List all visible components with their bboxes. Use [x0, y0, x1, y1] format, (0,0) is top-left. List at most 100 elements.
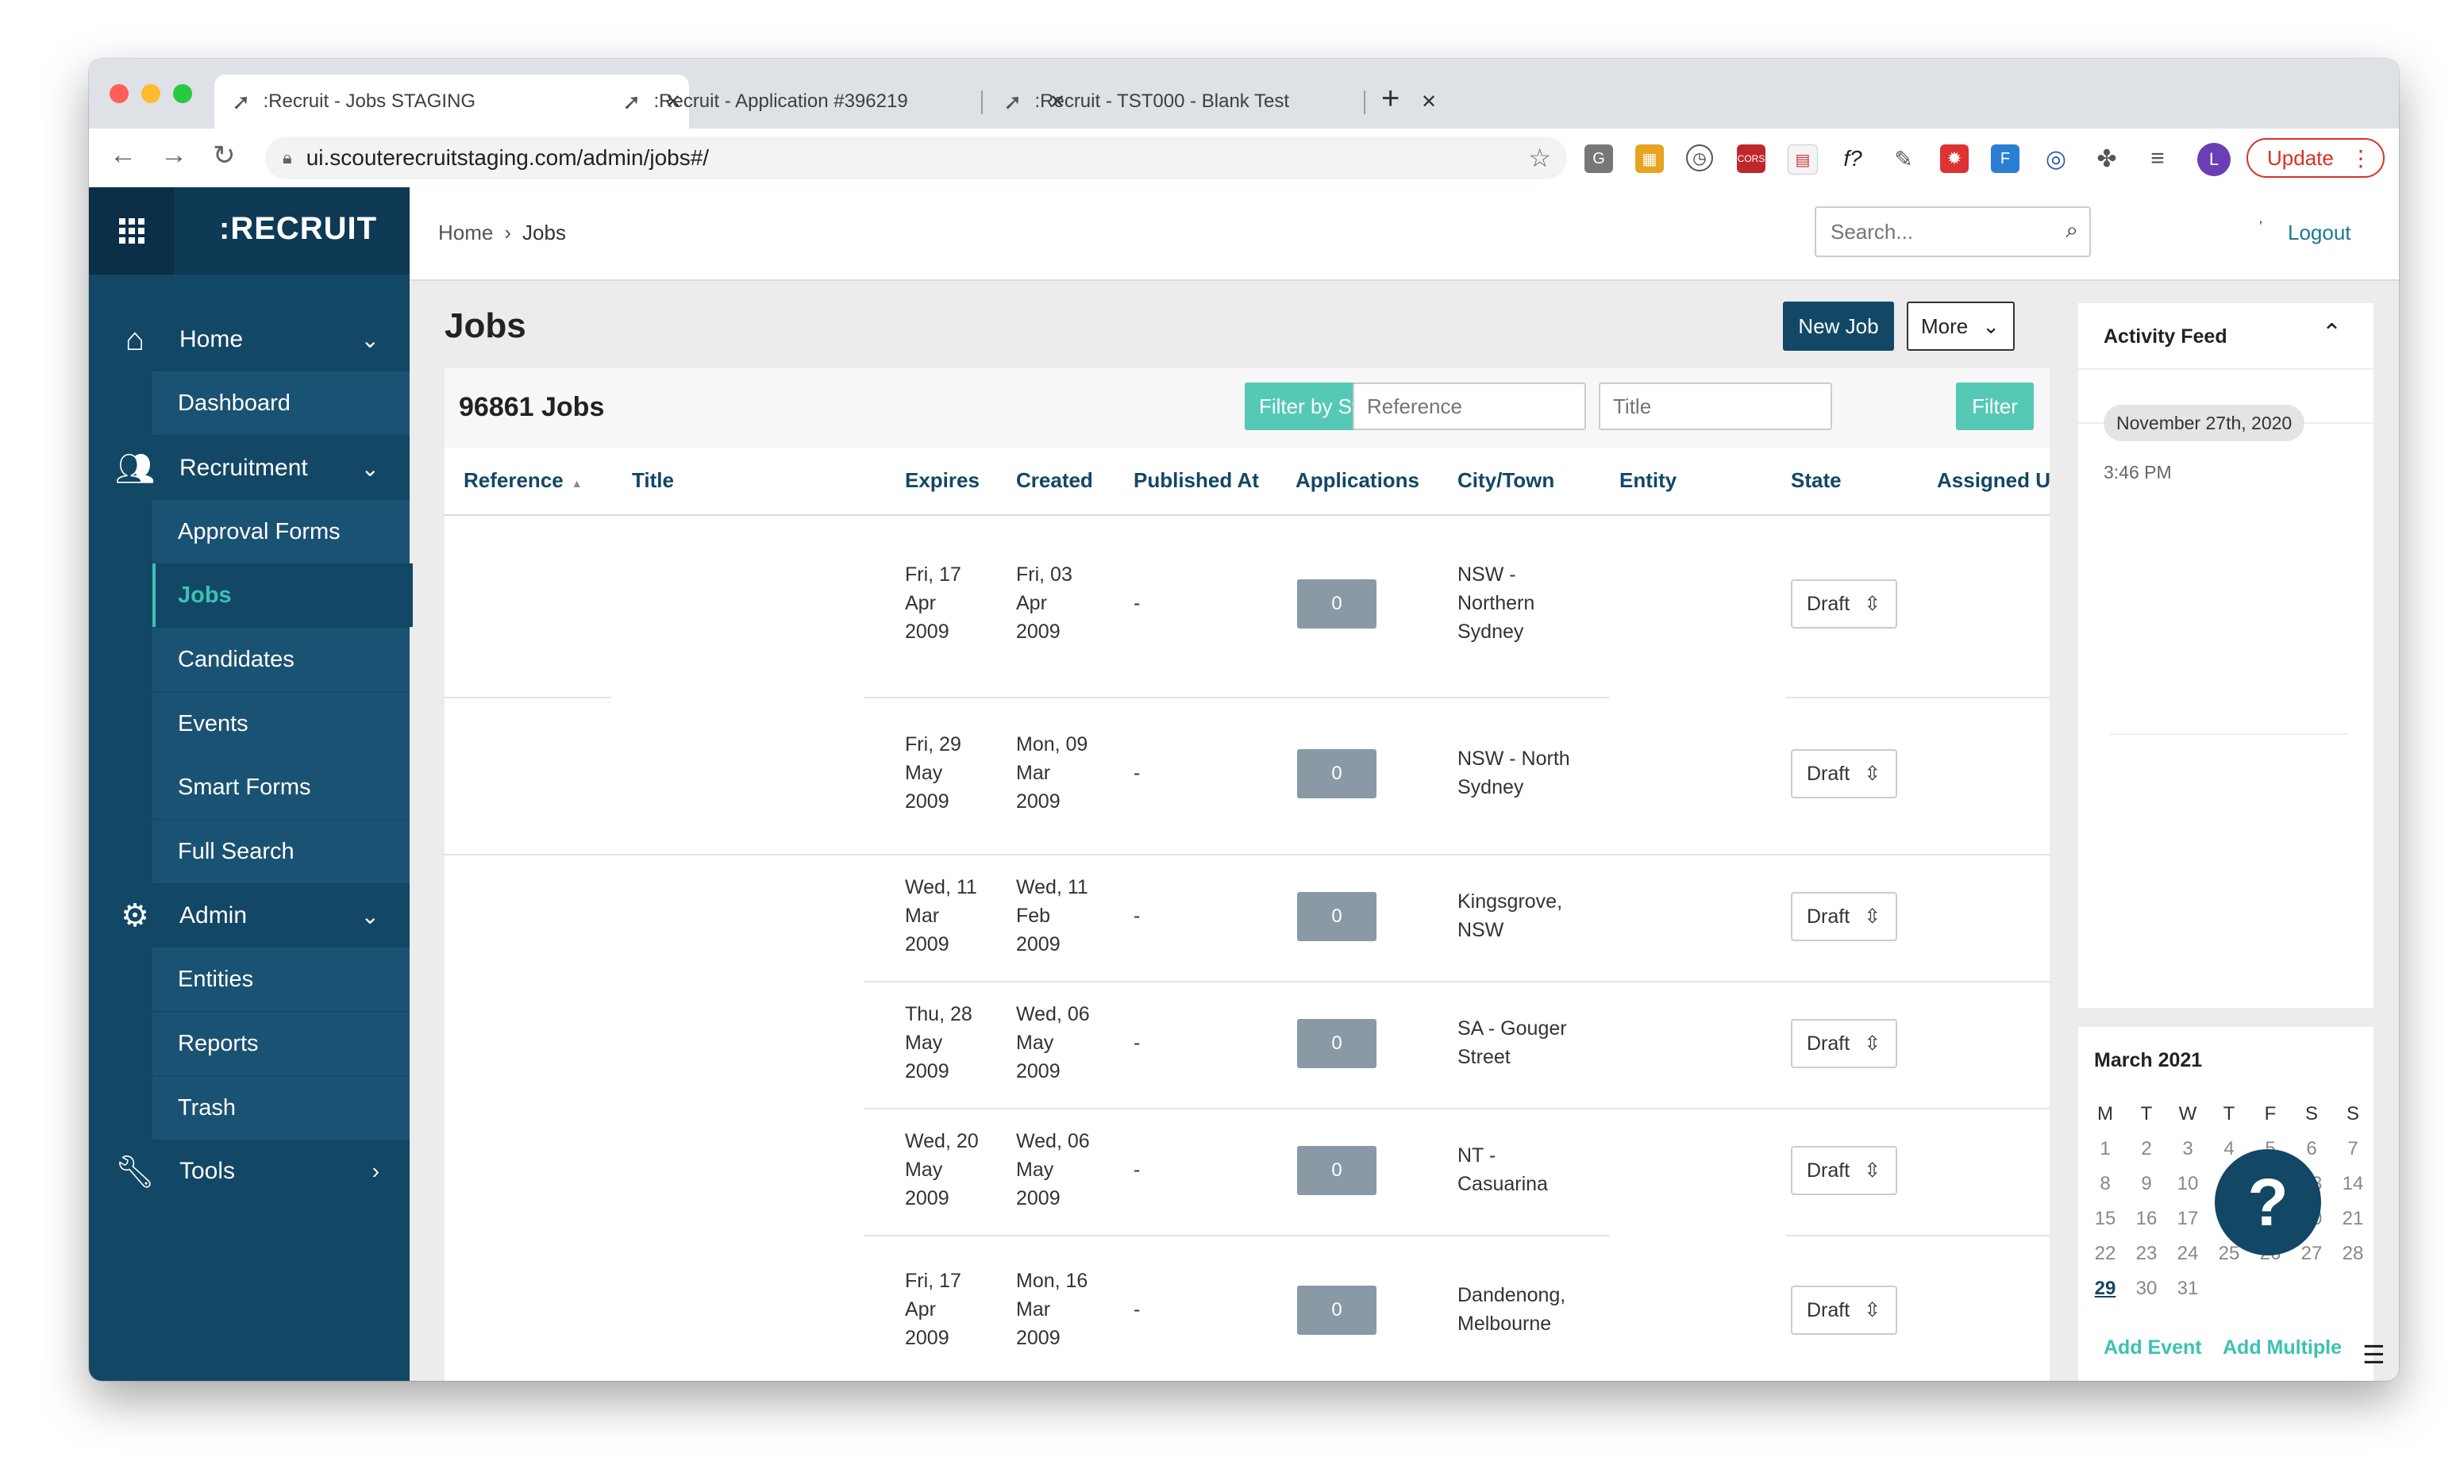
sidebar-section-admin[interactable]: ⚙ Admin ⌄ [89, 884, 410, 948]
new-tab-icon[interactable]: + [1381, 81, 1399, 117]
address-bar[interactable]: 🔒︎ ui.scouterecruitstaging.com/admin/job… [265, 136, 1567, 179]
sidebar-item-candidates[interactable]: Candidates [152, 628, 410, 691]
extensions-puzzle-icon[interactable]: ✤ [2092, 144, 2121, 173]
sidebar-section-tools[interactable]: 🔧︎ Tools › [89, 1140, 410, 1203]
column-header-reference[interactable]: Reference ▲ [464, 468, 583, 493]
forward-icon[interactable]: → [160, 140, 187, 171]
column-header-applications[interactable]: Applications [1296, 468, 1419, 493]
app-grid-icon[interactable] [89, 187, 175, 275]
sidebar-item-smart-forms[interactable]: Smart Forms [152, 755, 410, 819]
extension-icon[interactable]: ▤ [1788, 144, 1818, 175]
hamburger-menu-icon[interactable]: ☰ [2362, 1340, 2385, 1370]
calendar-day[interactable]: 14 [2332, 1170, 2374, 1198]
new-job-button[interactable]: New Job [1783, 302, 1894, 351]
applications-count-button[interactable]: 0 [1297, 892, 1376, 941]
applications-count-button[interactable]: 0 [1297, 749, 1376, 798]
extension-g-icon[interactable]: G [1584, 144, 1613, 173]
update-button[interactable]: Update ⋮ [2246, 138, 2385, 178]
media-playlist-icon[interactable]: ≡ [2143, 144, 2172, 173]
close-window-button[interactable] [110, 84, 129, 103]
font-extension-icon[interactable]: f? [1838, 144, 1867, 173]
state-select[interactable]: Draft ⇳ [1791, 579, 1897, 629]
title-filter-input[interactable] [1599, 383, 1832, 430]
calendar-day[interactable]: 9 [2126, 1170, 2167, 1198]
extension-icon[interactable]: ▦ [1635, 144, 1664, 173]
sidebar-section-recruitment[interactable]: 👥︎ Recruitment ⌄ [89, 436, 410, 500]
applications-count-button[interactable]: 0 [1297, 1019, 1376, 1068]
chevron-up-icon[interactable]: ⌃ [2322, 319, 2342, 347]
column-header-state[interactable]: State [1791, 468, 1842, 493]
applications-count-button[interactable]: 0 [1297, 1286, 1376, 1335]
column-header-city-town[interactable]: City/Town [1457, 468, 1554, 493]
state-select[interactable]: Draft ⇳ [1791, 1019, 1897, 1068]
calendar-day[interactable]: 21 [2332, 1205, 2374, 1233]
calendar-day[interactable]: 16 [2126, 1205, 2167, 1233]
activity-feed-header[interactable]: Activity Feed ⌃ [2078, 303, 2374, 370]
sidebar-item-events[interactable]: Events [152, 692, 410, 755]
add-event-link[interactable]: Add Event [2104, 1336, 2202, 1359]
column-header-assigned-user[interactable]: Assigned U: [1937, 468, 2050, 493]
state-select[interactable]: Draft ⇳ [1791, 1286, 1897, 1335]
bookmark-star-icon[interactable]: ☆ [1528, 143, 1551, 173]
state-select[interactable]: Draft ⇳ [1791, 749, 1897, 798]
eyedropper-extension-icon[interactable]: ✎ [1889, 144, 1918, 173]
zoom-window-button[interactable] [173, 84, 192, 103]
table-row[interactable]: Fri, 17 Apr 2009 Mon, 16 Mar 2009 - 0 Da [445, 1236, 2050, 1381]
table-row[interactable]: Fri, 29 May 2009 Mon, 09 Mar 2009 - 0 NS [445, 698, 2050, 855]
brand-logo[interactable]: :RECRUIT [219, 211, 377, 247]
calendar-day[interactable]: 23 [2126, 1240, 2167, 1268]
help-button[interactable]: ? [2215, 1149, 2321, 1255]
speed-extension-icon[interactable]: ◷ [1686, 144, 1713, 171]
calendar-day-today[interactable]: 29 [2085, 1274, 2126, 1303]
logout-link[interactable]: Logout [2288, 221, 2351, 245]
calendar-day[interactable]: 15 [2085, 1205, 2126, 1233]
calendar-day[interactable]: 24 [2167, 1240, 2208, 1268]
calendar-day[interactable]: 22 [2085, 1240, 2126, 1268]
sidebar-item-reports[interactable]: Reports [152, 1012, 410, 1075]
applications-count-button[interactable]: 0 [1297, 1146, 1376, 1195]
calendar-day[interactable]: 28 [2332, 1240, 2374, 1268]
sidebar-item-entities[interactable]: Entities [152, 948, 410, 1011]
calendar-day[interactable]: 8 [2085, 1170, 2126, 1198]
calendar-day[interactable]: 3 [2167, 1135, 2208, 1163]
search-input[interactable] [1829, 219, 2046, 245]
extension-icon[interactable]: F [1991, 144, 2019, 173]
column-header-published-at[interactable]: Published At [1134, 468, 1259, 493]
calendar-day[interactable]: 2 [2126, 1135, 2167, 1163]
column-header-expires[interactable]: Expires [905, 468, 980, 493]
table-row[interactable]: Thu, 28 May 2009 Wed, 06 May 2009 - 0 SA [445, 982, 2050, 1108]
reload-icon[interactable]: ↻ [213, 140, 236, 171]
applications-count-button[interactable]: 0 [1297, 579, 1376, 629]
sidebar-item-approval-forms[interactable]: Approval Forms [152, 500, 410, 563]
sidebar-section-home[interactable]: ⌂ Home ⌄ [89, 308, 410, 371]
profile-avatar[interactable]: L [2197, 143, 2231, 176]
column-header-entity[interactable]: Entity [1619, 468, 1677, 493]
browser-tab-blank-test[interactable]: ➚ :Recruit - TST000 - Blank Test ✕ [986, 75, 1445, 129]
column-header-title[interactable]: Title [632, 468, 674, 493]
calendar-day[interactable]: 7 [2332, 1135, 2374, 1163]
sidebar-item-dashboard[interactable]: Dashboard [152, 371, 410, 435]
add-multiple-link[interactable]: Add Multiple [2223, 1336, 2342, 1359]
calendar-day[interactable]: 10 [2167, 1170, 2208, 1198]
state-select[interactable]: Draft ⇳ [1791, 892, 1897, 941]
calendar-day[interactable]: 30 [2126, 1274, 2167, 1303]
calendar-day[interactable]: 17 [2167, 1205, 2208, 1233]
cors-extension-icon[interactable]: CORS [1737, 144, 1765, 173]
sidebar-item-trash[interactable]: Trash [152, 1076, 410, 1140]
table-row[interactable]: Fri, 17 Apr 2009 Fri, 03 Apr 2009 - 0 NS [445, 514, 2050, 698]
sidebar-item-full-search[interactable]: Full Search [152, 820, 410, 883]
filter-button[interactable]: Filter [1956, 383, 2034, 430]
extension-icon[interactable]: ◎ [2042, 144, 2070, 173]
column-header-created[interactable]: Created [1016, 468, 1093, 493]
minimize-window-button[interactable] [141, 84, 160, 103]
state-select[interactable]: Draft ⇳ [1791, 1146, 1897, 1195]
close-tab-icon[interactable]: ✕ [1413, 90, 1445, 113]
table-row[interactable]: Wed, 11 Mar 2009 Wed, 11 Feb 2009 - 0 Ki [445, 855, 2050, 981]
reference-filter-input[interactable] [1353, 383, 1586, 430]
sidebar-item-jobs[interactable]: Jobs [152, 563, 413, 627]
calendar-day[interactable]: 31 [2167, 1274, 2208, 1303]
calendar-day[interactable]: 1 [2085, 1135, 2126, 1163]
back-icon[interactable]: ← [110, 140, 137, 171]
extension-icon[interactable]: ✹ [1940, 144, 1969, 173]
search-icon[interactable]: ⌕ [2066, 217, 2078, 244]
